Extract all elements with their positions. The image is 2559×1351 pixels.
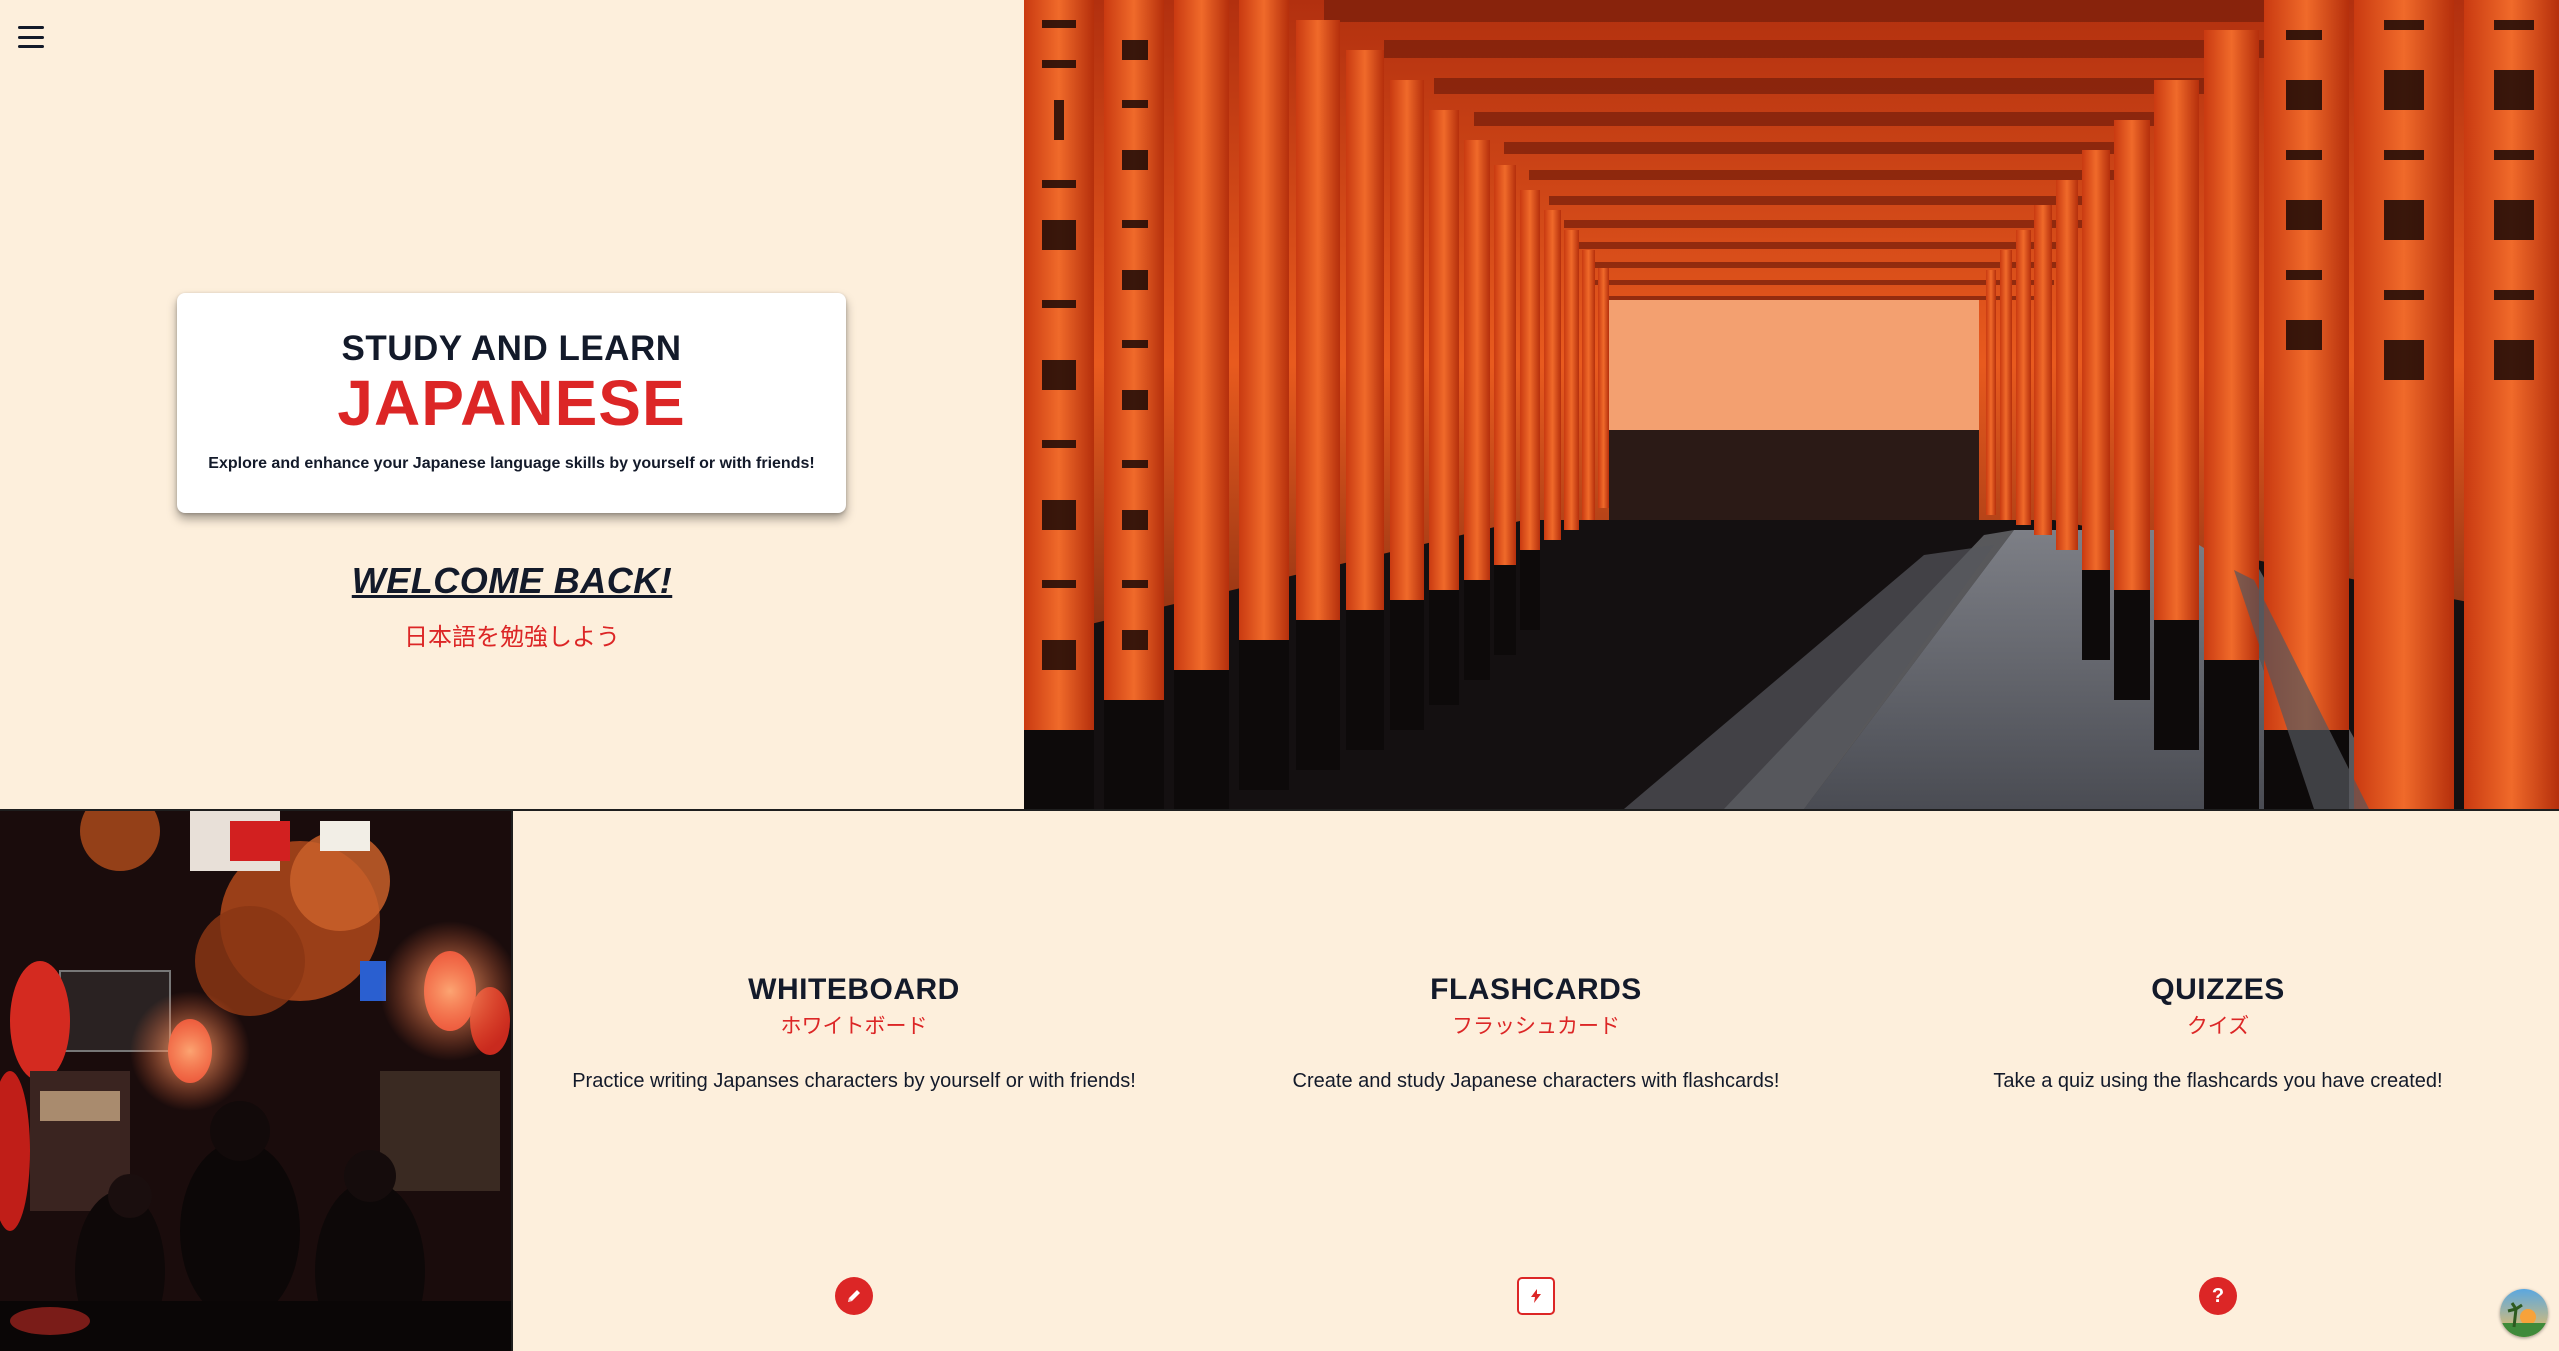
feature-description: Create and study Japanese characters wit… [1292,1070,1780,1092]
question-mark-icon: ? [2211,1284,2225,1307]
night-street-photo [0,811,512,1351]
whiteboard-button[interactable] [835,1277,873,1315]
hero-title: JAPANESE [337,367,686,439]
feature-description: Take a quiz using the flashcards you hav… [1993,1070,2443,1092]
avatar[interactable] [2500,1289,2548,1337]
hero-section: STUDY AND LEARN JAPANESE Explore and enh… [0,0,2559,809]
feature-japanese: クイズ [2186,1015,2250,1038]
welcome-japanese: 日本語を勉強しよう [404,624,620,651]
feature-flashcards: FLASHCARDS フラッシュカード Create and study Jap… [1195,811,1877,1351]
feature-whiteboard: WHITEBOARD ホワイトボード Practice writing Japa… [513,811,1195,1351]
hamburger-menu-icon[interactable] [18,26,44,48]
hero-subtitle: STUDY AND LEARN [341,329,682,368]
feature-quizzes: QUIZZES クイズ Take a quiz using the flashc… [1877,811,2559,1351]
hero-description: Explore and enhance your Japanese langua… [208,455,815,472]
flashcards-button[interactable] [1517,1277,1555,1315]
lightning-icon [1531,1289,1541,1303]
pencil-icon [848,1290,860,1302]
welcome-heading: WELCOME BACK! [351,560,673,601]
torii-gates-photo [1024,0,2559,809]
quizzes-button[interactable]: ? [2199,1277,2237,1315]
feature-title: QUIZZES [2151,973,2285,1006]
feature-japanese: フラッシュカード [1452,1015,1620,1038]
feature-japanese: ホワイトボード [780,1015,928,1038]
feature-title: FLASHCARDS [1430,973,1642,1006]
feature-title: WHITEBOARD [748,973,960,1006]
hero-card: STUDY AND LEARN JAPANESE Explore and enh… [177,293,846,513]
features-section: WHITEBOARD ホワイトボード Practice writing Japa… [513,811,2559,1351]
feature-description: Practice writing Japanses characters by … [572,1070,1136,1092]
